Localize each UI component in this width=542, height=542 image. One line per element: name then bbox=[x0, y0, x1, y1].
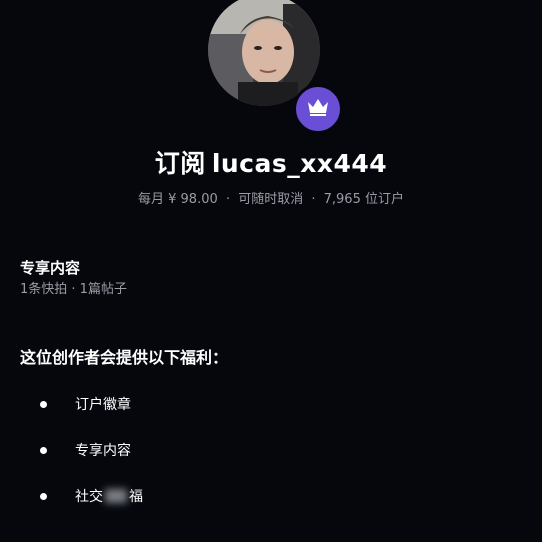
benefit-label-end: 福 bbox=[129, 489, 143, 505]
benefit-label: 订户徽章 bbox=[75, 397, 131, 413]
separator: · bbox=[225, 192, 231, 207]
benefit-item: 社交 福 bbox=[40, 486, 143, 506]
creator-username[interactable]: lucas_xx444 bbox=[212, 149, 387, 178]
price-label: 每月 ¥ 98.00 bbox=[138, 192, 218, 207]
blurred-text bbox=[105, 489, 127, 503]
benefit-label: 专享内容 bbox=[75, 443, 131, 459]
benefit-label-start: 社交 bbox=[75, 489, 103, 505]
exclusive-content-counts: 1条快拍 · 1篇帖子 bbox=[20, 282, 127, 297]
subscription-meta: 每月 ¥ 98.00 · 可随时取消 · 7,965 位订户 bbox=[0, 188, 542, 207]
bullet-icon bbox=[40, 446, 47, 454]
title-prefix: 订阅 bbox=[154, 149, 206, 178]
creator-avatar-group bbox=[208, 0, 343, 134]
page-title: 订阅 lucas_xx444 bbox=[0, 144, 542, 180]
subscriber-count: 7,965 位订户 bbox=[323, 192, 404, 207]
benefits-title: 这位创作者会提供以下福利： bbox=[20, 348, 229, 367]
subscription-page: 订阅 lucas_xx444 每月 ¥ 98.00 · 可随时取消 · 7,965… bbox=[0, 0, 542, 542]
benefit-item: 订户徽章 bbox=[40, 394, 131, 414]
separator: · bbox=[311, 192, 316, 207]
crown-badge bbox=[293, 84, 343, 134]
exclusive-content-title[interactable]: 专享内容 bbox=[20, 257, 80, 278]
bullet-icon bbox=[40, 492, 47, 500]
crown-icon bbox=[307, 98, 329, 120]
bullet-icon bbox=[40, 400, 47, 408]
cancel-label: 可随时取消 bbox=[238, 192, 304, 207]
benefit-item: 专享内容 bbox=[40, 440, 131, 460]
